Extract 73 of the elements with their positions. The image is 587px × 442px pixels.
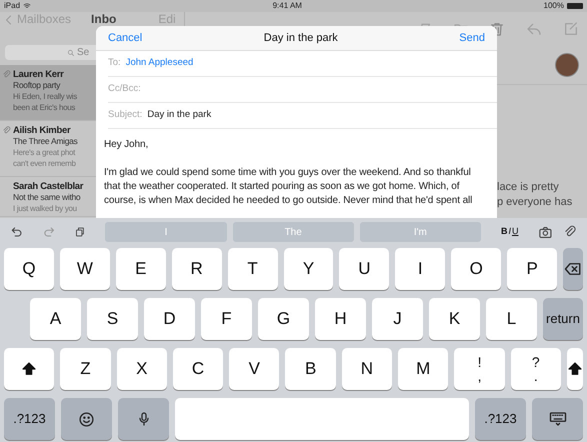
compose-field[interactable]: Subject: Day in the park bbox=[108, 103, 497, 129]
key[interactable]: U bbox=[339, 248, 390, 290]
key[interactable]: Y bbox=[284, 248, 334, 290]
clock: 9:41 AM bbox=[272, 0, 302, 12]
copy-icon[interactable] bbox=[74, 226, 86, 238]
message-preview: I just walked by you bbox=[13, 203, 77, 214]
key[interactable]: A bbox=[30, 298, 81, 340]
key[interactable]: P bbox=[507, 248, 558, 290]
key[interactable]: W bbox=[60, 248, 110, 290]
shift-key[interactable] bbox=[4, 348, 54, 390]
key[interactable]: C bbox=[172, 348, 224, 390]
body-paragraph: Hey John, bbox=[104, 138, 150, 152]
shift-key[interactable] bbox=[566, 348, 583, 390]
message-preview: can't even rememb bbox=[13, 158, 76, 169]
emoji-key[interactable] bbox=[61, 398, 112, 440]
key[interactable]: J bbox=[372, 298, 423, 340]
key[interactable]: G bbox=[258, 298, 309, 340]
cancel-button[interactable]: Cancel bbox=[108, 30, 142, 46]
symbols-key[interactable]: .?123 bbox=[475, 398, 526, 440]
camera-icon[interactable] bbox=[538, 224, 554, 240]
key[interactable]: S bbox=[87, 298, 138, 340]
device-label: iPad bbox=[4, 0, 20, 12]
key[interactable]: ! , bbox=[454, 348, 505, 390]
key[interactable]: Q bbox=[4, 248, 54, 290]
key[interactable]: ? . bbox=[510, 348, 561, 390]
key[interactable]: X bbox=[116, 348, 167, 390]
wifi-icon bbox=[23, 2, 32, 10]
message-subject: Not the same witho bbox=[13, 192, 80, 203]
battery-percent: 100% bbox=[544, 0, 564, 12]
shift-icon bbox=[21, 361, 38, 377]
sender-name: Ailish Kimber bbox=[13, 125, 70, 136]
key[interactable]: O bbox=[451, 248, 502, 290]
send-button[interactable]: Send bbox=[459, 30, 485, 46]
list-title: Inbo bbox=[91, 13, 116, 25]
message-preview: Hi Eden, I really wis bbox=[13, 91, 77, 102]
key[interactable]: B bbox=[285, 348, 336, 390]
key[interactable]: T bbox=[228, 248, 278, 290]
avatar bbox=[555, 52, 579, 76]
compose-field[interactable]: To: John Appleseed bbox=[108, 51, 497, 77]
message-body-line: p everyone has bbox=[497, 195, 574, 210]
key[interactable]: H bbox=[315, 298, 366, 340]
undo-icon[interactable] bbox=[10, 225, 24, 239]
key[interactable]: L bbox=[486, 298, 537, 340]
key[interactable]: F bbox=[201, 298, 252, 340]
shift-icon bbox=[566, 361, 583, 377]
keyboard-icon bbox=[548, 410, 568, 428]
delete-icon bbox=[563, 260, 584, 278]
key[interactable]: K bbox=[429, 298, 480, 340]
message-subject: The Three Amigas bbox=[13, 136, 78, 147]
key[interactable]: N bbox=[342, 348, 392, 390]
message-preview: Here's a great phot bbox=[13, 147, 76, 158]
compose-title: Day in the park bbox=[264, 30, 338, 46]
message-subject: Rooftop party bbox=[13, 80, 60, 91]
return-key[interactable]: return bbox=[543, 298, 583, 340]
message-body-line: lace is pretty bbox=[497, 180, 560, 195]
message-preview: been at Eric's hous bbox=[13, 102, 76, 113]
delete-key[interactable] bbox=[563, 248, 584, 290]
key[interactable]: V bbox=[229, 348, 280, 390]
hide-keyboard-key[interactable] bbox=[532, 398, 583, 440]
key[interactable]: R bbox=[172, 248, 222, 290]
key[interactable]: I bbox=[395, 248, 446, 290]
sender-name: Sarah Castelblar bbox=[13, 181, 84, 192]
key[interactable]: D bbox=[144, 298, 195, 340]
format-button[interactable]: BIU bbox=[500, 225, 518, 239]
search-icon bbox=[67, 48, 75, 56]
key[interactable]: E bbox=[116, 248, 166, 290]
key[interactable]: M bbox=[398, 348, 448, 390]
battery-icon bbox=[567, 3, 583, 9]
sender-name: Lauren Kerr bbox=[13, 69, 64, 80]
paperclip-icon[interactable] bbox=[563, 225, 578, 239]
smiley-icon bbox=[78, 410, 95, 428]
key[interactable]: Z bbox=[60, 348, 111, 390]
symbols-key[interactable]: .?123 bbox=[4, 398, 55, 440]
